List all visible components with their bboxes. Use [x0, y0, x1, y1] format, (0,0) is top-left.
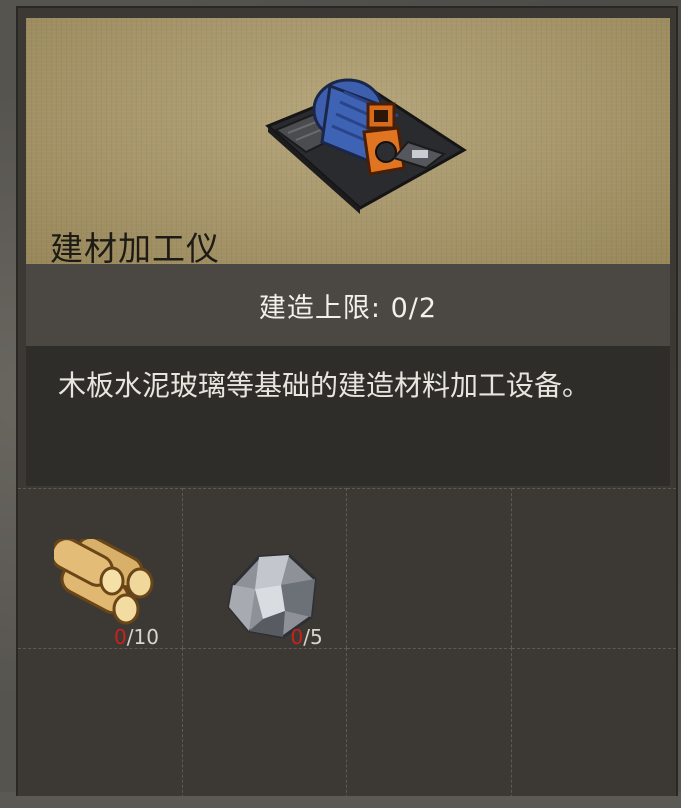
- item-title: 建材加工仪: [50, 229, 220, 264]
- wood-have: 0: [114, 625, 127, 649]
- material-slot-empty: [18, 648, 183, 808]
- build-limit-label: 建造上限: 0/2: [258, 292, 438, 324]
- material-slot-empty: [347, 488, 512, 648]
- material-slot-wood[interactable]: 0/10: [18, 488, 183, 649]
- material-slot-empty: [182, 648, 347, 808]
- material-slot-empty: [511, 488, 676, 648]
- description-box: 木板水泥玻璃等基础的建造材料加工设备。: [26, 346, 670, 486]
- stone-have: 0: [290, 625, 304, 649]
- stone-need: /5: [303, 625, 323, 649]
- material-slot-stone[interactable]: 0/5: [182, 488, 347, 649]
- description-text: 木板水泥玻璃等基础的建造材料加工设备。: [58, 369, 591, 402]
- material-grid: 0/10 0/5: [18, 488, 676, 808]
- item-detail-panel: 建材加工仪 建造上限: 0/2 木板水泥玻璃等基础的建造材料加工设备。 0/10: [16, 6, 678, 808]
- material-slot-empty: [347, 648, 512, 808]
- build-limit-bar: 建造上限: 0/2: [26, 264, 670, 346]
- material-slot-empty: [511, 648, 676, 808]
- stone-count: 0/5: [291, 625, 323, 649]
- building-material-processor-icon: [265, 78, 467, 214]
- wood-need: /10: [126, 625, 159, 649]
- item-header: 建材加工仪: [26, 18, 670, 264]
- wood-count: 0/10: [114, 625, 159, 649]
- wood-logs-icon: [54, 539, 154, 625]
